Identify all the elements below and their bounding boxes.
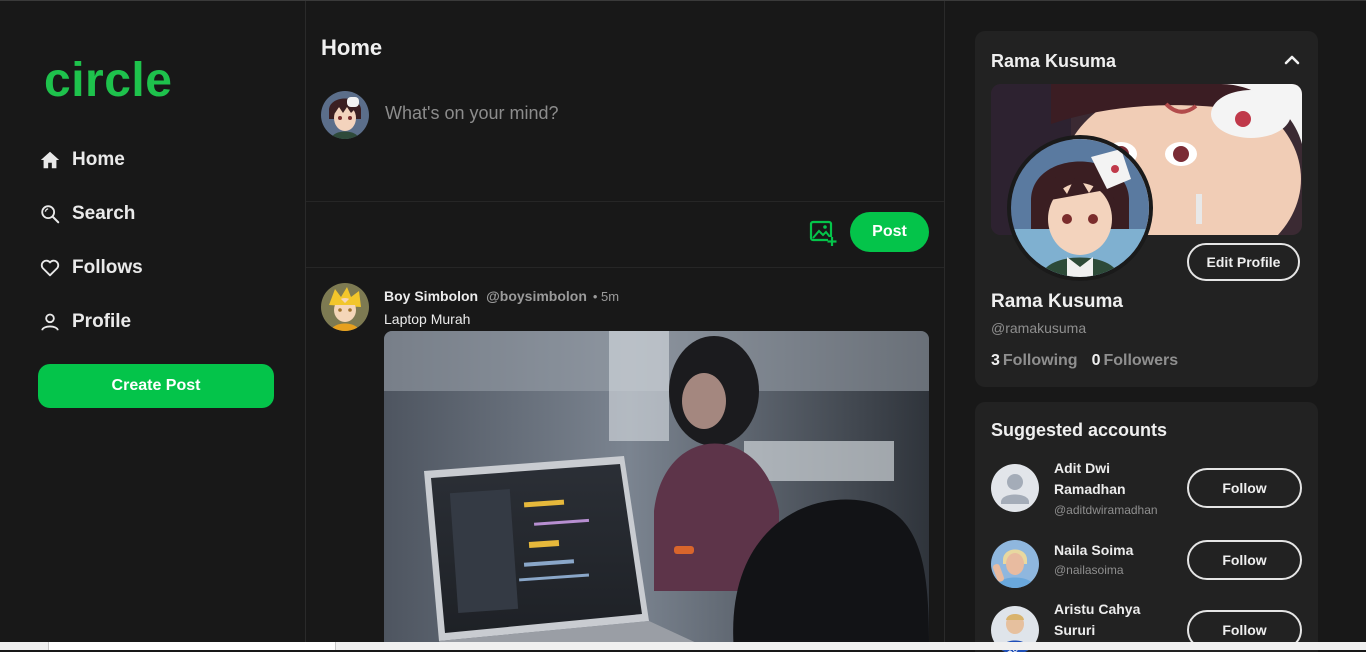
post-text: Laptop Murah (384, 311, 471, 327)
post-button[interactable]: Post (850, 212, 929, 252)
profile-card-title: Rama Kusuma (991, 51, 1117, 71)
following-label[interactable]: Following (1003, 352, 1078, 369)
left-sidebar: circle Home Search Follows Profile Creat… (0, 1, 306, 642)
nav-item-label: Follows (72, 257, 143, 278)
app-logo[interactable]: circle (44, 53, 172, 108)
right-column: Rama Kusuma Edit Profile Rama Kusuma @ra… (945, 1, 1366, 652)
follow-button[interactable]: Follow (1187, 468, 1302, 508)
profile-name: Rama Kusuma (991, 291, 1123, 312)
post-author-name[interactable]: Boy Simbolon (384, 288, 478, 304)
divider (306, 201, 944, 202)
suggested-handle: @nailasoima (1054, 563, 1124, 577)
user-icon (38, 310, 62, 334)
followers-label[interactable]: Followers (1103, 352, 1178, 369)
home-icon (38, 148, 62, 172)
nav-item-home[interactable]: Home (38, 144, 125, 176)
nav-item-profile[interactable]: Profile (38, 306, 131, 338)
heart-icon (38, 256, 62, 280)
create-post-button[interactable]: Create Post (38, 364, 274, 408)
nav-item-label: Search (72, 203, 136, 224)
avatar[interactable] (321, 283, 369, 331)
post-author-handle[interactable]: @boysimbolon (486, 288, 587, 304)
nav-item-label: Profile (72, 311, 132, 332)
suggested-name[interactable]: Naila Soima (1054, 540, 1174, 561)
composer-avatar (321, 91, 369, 139)
chevron-up-icon[interactable] (1282, 50, 1302, 70)
suggested-handle: @aditdwiramadhan (1054, 503, 1158, 517)
post-header: Boy Simbolon @boysimbolon • 5m (384, 288, 619, 304)
nav-item-label: Home (72, 149, 125, 170)
composer-input[interactable] (383, 97, 907, 129)
main-feed: Home Post (306, 1, 945, 642)
profile-avatar[interactable] (1007, 135, 1153, 281)
nav-item-search[interactable]: Search (38, 198, 135, 230)
suggested-name[interactable]: Aristu Cahya Sururi (1054, 599, 1174, 641)
page-title: Home (321, 35, 383, 60)
search-icon (38, 202, 62, 226)
follow-button[interactable]: Follow (1187, 540, 1302, 580)
avatar[interactable] (991, 540, 1039, 588)
avatar[interactable] (991, 464, 1039, 512)
edit-profile-button[interactable]: Edit Profile (1187, 243, 1300, 281)
suggested-title: Suggested accounts (991, 420, 1168, 440)
post-image[interactable] (384, 331, 929, 642)
nav-item-follows[interactable]: Follows (38, 252, 143, 284)
suggested-name[interactable]: Adit Dwi Ramadhan (1054, 458, 1174, 500)
profile-stats: 3 Following 0 Followers (991, 352, 1178, 370)
divider (306, 267, 944, 268)
taskbar-search-field[interactable] (48, 642, 336, 650)
suggested-accounts-card: Suggested accounts Adit Dwi Ramadhan @ad… (975, 402, 1318, 652)
following-count[interactable]: 3 (991, 352, 1000, 369)
profile-handle: @ramakusuma (991, 320, 1087, 336)
image-upload-icon[interactable] (809, 219, 837, 247)
followers-count[interactable]: 0 (1092, 352, 1101, 369)
post-timestamp: • 5m (592, 289, 620, 304)
